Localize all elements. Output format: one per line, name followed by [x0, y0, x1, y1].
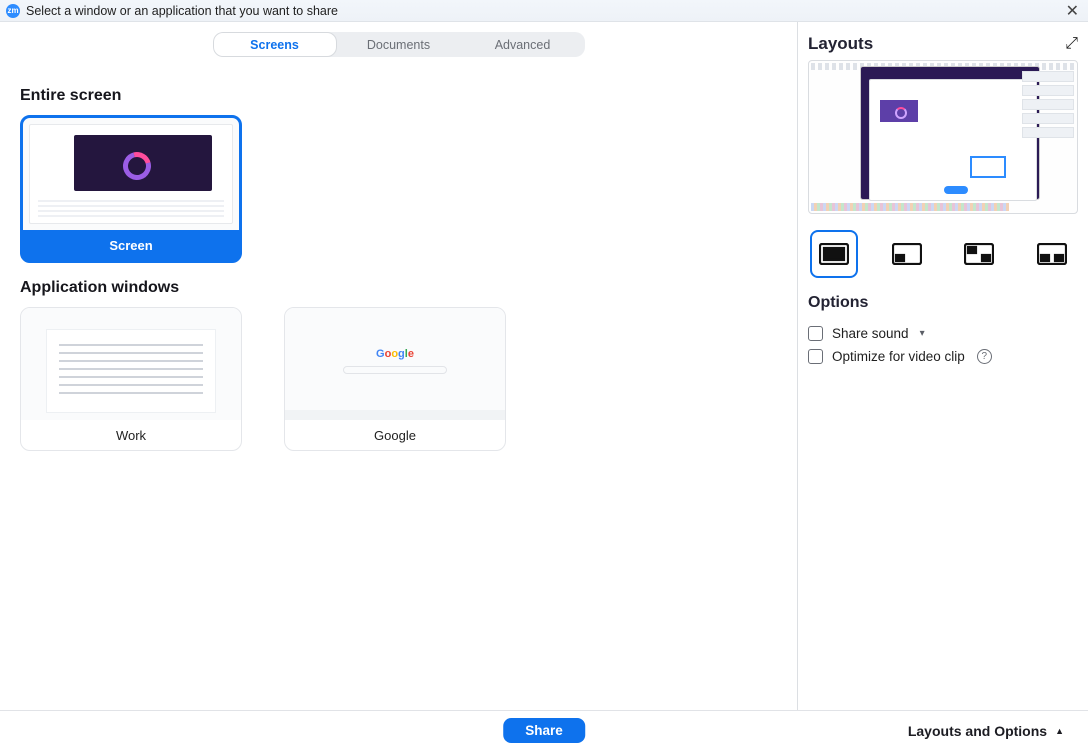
option-label: Share sound	[832, 326, 909, 341]
footer: Share Layouts and Options ▲	[0, 710, 1088, 750]
section-entire-screen: Entire screen	[20, 87, 777, 105]
layout-icon-pip-tl[interactable]	[955, 230, 1003, 278]
titlebar-text: Select a window or an application that y…	[26, 4, 1057, 18]
share-button[interactable]: Share	[503, 718, 585, 743]
help-icon[interactable]: ?	[977, 349, 992, 364]
layout-preview	[808, 60, 1078, 214]
tab-advanced[interactable]: Advanced	[461, 32, 585, 57]
card-screen[interactable]: Screen	[20, 115, 242, 263]
layout-icons-row	[808, 226, 1078, 294]
titlebar: zm Select a window or an application tha…	[0, 0, 1088, 22]
triangle-up-icon: ▲	[1055, 726, 1064, 736]
app-thumbnail: Google	[285, 308, 505, 420]
option-optimize-video[interactable]: Optimize for video clip ?	[808, 345, 1078, 368]
share-content: Entire screen Screen Application windows	[0, 67, 797, 710]
zoom-logo-icon: zm	[6, 4, 20, 18]
layouts-and-options-toggle[interactable]: Layouts and Options ▲	[908, 723, 1064, 739]
tab-documents[interactable]: Documents	[337, 32, 461, 57]
tabs-row: Screens Documents Advanced	[0, 22, 797, 67]
card-label: Work	[21, 420, 241, 450]
layout-icon-pip-br[interactable]	[1028, 230, 1076, 278]
checkbox-optimize-video[interactable]	[808, 349, 823, 364]
layout-icon-pip-bl[interactable]	[883, 230, 931, 278]
card-app-work[interactable]: Work	[20, 307, 242, 451]
card-label: Screen	[23, 230, 239, 260]
tab-segment: Screens Documents Advanced	[213, 32, 585, 57]
card-label: Google	[285, 420, 505, 450]
card-app-google[interactable]: Google Google	[284, 307, 506, 451]
options-header: Options	[808, 294, 1078, 312]
left-pane: Screens Documents Advanced Entire screen…	[0, 22, 797, 710]
chevron-down-icon[interactable]: ▾	[920, 328, 925, 339]
checkbox-share-sound[interactable]	[808, 326, 823, 341]
layout-icon-full[interactable]	[810, 230, 858, 278]
option-label: Optimize for video clip	[832, 349, 965, 364]
section-application-windows: Application windows	[20, 279, 777, 297]
layouts-header: Layouts	[808, 34, 873, 54]
close-icon[interactable]: ✕	[1063, 1, 1082, 21]
option-share-sound[interactable]: Share sound ▾	[808, 322, 1078, 345]
screen-thumbnail	[23, 118, 239, 230]
expand-icon[interactable]: ⤢	[1065, 35, 1078, 53]
app-thumbnail	[21, 308, 241, 420]
right-pane: Layouts ⤢	[797, 22, 1088, 710]
layouts-toggle-label: Layouts and Options	[908, 723, 1047, 739]
tab-screens[interactable]: Screens	[213, 32, 337, 57]
